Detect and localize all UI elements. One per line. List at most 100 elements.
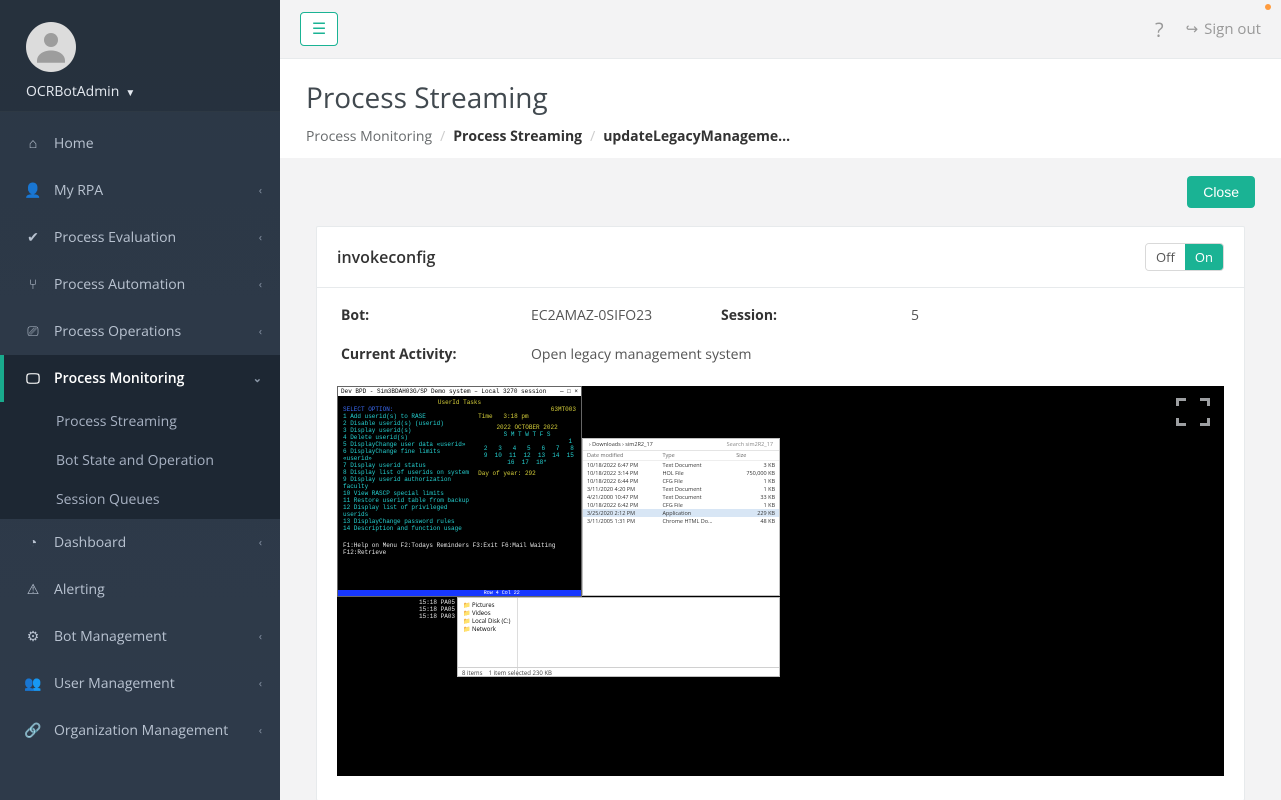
terminal-body: UserId Tasks SELECT OPTION: 1 Add userid… <box>338 396 581 559</box>
terminal-menu: 1 Add userid(s) to RASE2 Disable userid(… <box>343 413 471 532</box>
person-icon <box>30 26 72 68</box>
nav-label: Process Automation <box>54 275 247 294</box>
chevron-left-icon: ‹ <box>259 629 262 644</box>
chart-icon: ◔ <box>24 533 42 552</box>
sidebar-toggle-button[interactable]: ☰ <box>300 12 338 46</box>
stream-panel: invokeconfig Off On Bot: EC2AMAZ-0SIFO23… <box>316 226 1245 800</box>
crumb-monitoring[interactable]: Process Monitoring <box>306 127 432 146</box>
nav-label: Bot Management <box>54 627 247 646</box>
label-bot: Bot: <box>341 306 531 325</box>
terminal-menu-line: 14 Description and function usage <box>343 525 471 532</box>
terminal-menu-line: 11 Restore userid table from backup <box>343 497 471 504</box>
terminal-title: Dev BPD - Sim3BDAH03G/SP Demo system – L… <box>341 388 546 395</box>
operations-icon: ⎚ <box>24 322 42 341</box>
explorer-status: 8 items 1 item selected 230 KB <box>458 667 779 676</box>
terminal-menu-line: 8 Display list of userids on system <box>343 469 471 476</box>
breadcrumb: Process Monitoring / Process Streaming /… <box>306 127 1255 146</box>
users-icon: 👥 <box>24 674 42 693</box>
caret-down-icon: ▼ <box>125 85 135 99</box>
terminal-corner-num: 63MT003 <box>478 406 576 413</box>
topbar: ☰ ? ↪ Sign out <box>280 0 1281 59</box>
file-row: 10/18/2022 6:42 PMCFG File1 KB <box>583 501 779 509</box>
chevron-down-icon: ⌄ <box>253 371 262 386</box>
nav-my-rpa[interactable]: 👤 My RPA ‹ <box>0 167 280 214</box>
terminal-menu-line: 10 View RASCP special limits <box>343 490 471 497</box>
avatar <box>26 22 76 72</box>
nav-label: Process Operations <box>54 322 247 341</box>
toggle-off[interactable]: Off <box>1146 244 1185 270</box>
value-bot: EC2AMAZ-0SIFO23 <box>531 306 721 325</box>
sidebar-header: OCRBotAdmin ▼ <box>0 0 280 112</box>
nav-org-management[interactable]: 🔗 Organization Management ‹ <box>0 707 280 754</box>
stream-viewer[interactable]: Dev BPD - Sim3BDAH03G/SP Demo system – L… <box>337 386 1224 776</box>
explorer-status-left: 8 items <box>462 669 482 677</box>
nav-sub-bot-state[interactable]: Bot State and Operation <box>0 441 280 480</box>
alert-icon: ⚠ <box>24 580 42 599</box>
sidebar: OCRBotAdmin ▼ ⌂ Home 👤 My RPA ‹ ✔ Proces… <box>0 0 280 800</box>
file-row: 3/25/2020 2:12 PMApplication229 KB <box>583 509 779 517</box>
nav-dashboard[interactable]: ◔ Dashboard ‹ <box>0 519 280 566</box>
terminal-cal-head: 2022 OCTOBER 2022 <box>478 424 576 431</box>
tree-node: 📁 Network <box>463 625 512 633</box>
nav-label: Home <box>54 134 262 153</box>
explorer2-header: › Downloads › sim2R2_17 Search sim2R2_17 <box>583 439 779 451</box>
label-session: Session: <box>721 306 911 325</box>
terminal-menu-line: 4 Delete userid(s) <box>343 434 471 441</box>
nav: ⌂ Home 👤 My RPA ‹ ✔ Process Evaluation ‹… <box>0 120 280 754</box>
column-header: Date modified <box>583 451 658 461</box>
user-menu[interactable]: OCRBotAdmin ▼ <box>26 82 254 101</box>
nav-bot-management[interactable]: ⚙ Bot Management ‹ <box>0 613 280 660</box>
explorer-status-right: 1 item selected 230 KB <box>489 669 552 677</box>
terminal-menu-line: 12 Display list of privileged userids <box>343 504 471 518</box>
terminal-menu-line: 6 DisplayChange fine limits «userid» <box>343 448 471 462</box>
nav-process-operations[interactable]: ⎚ Process Operations ‹ <box>0 308 280 355</box>
nav-sub-session-queues[interactable]: Session Queues <box>0 480 280 519</box>
signout-link[interactable]: ↪ Sign out <box>1186 19 1261 39</box>
nav-label: User Management <box>54 674 247 693</box>
terminal-clock-value: 3:18 pm <box>503 413 528 420</box>
explorer2-table: Date modifiedTypeSize 10/18/2022 6:47 PM… <box>583 451 779 525</box>
terminal-controls: — □ × <box>560 388 578 395</box>
nav-label: My RPA <box>54 181 247 200</box>
chevron-left-icon: ‹ <box>259 535 262 550</box>
stream-timelog: 15:18 PA0515:18 PA0515:18 PA03 <box>419 599 455 620</box>
nav-sub-process-streaming[interactable]: Process Streaming <box>0 402 280 441</box>
notification-dot <box>1265 4 1271 10</box>
terminal-titlebar: Dev BPD - Sim3BDAH03G/SP Demo system – L… <box>338 387 581 396</box>
file-row: 10/18/2022 6:47 PMText Document3 KB <box>583 461 779 470</box>
nav-process-automation[interactable]: ⑂ Process Automation ‹ <box>0 261 280 308</box>
nav-user-management[interactable]: 👥 User Management ‹ <box>0 660 280 707</box>
tree-node: 📁 Videos <box>463 609 512 617</box>
nav-label: Process Monitoring <box>54 369 241 388</box>
timelog-line: 15:18 PA05 <box>419 606 455 613</box>
terminal-menu-line: 9 Display userid authorization faculty <box>343 476 471 490</box>
sliders-icon: ⚙ <box>24 627 42 646</box>
fullscreen-icon[interactable] <box>1176 398 1210 426</box>
explorer-window-small: 📁 Pictures📁 Videos📁 Local Disk (C:)📁 Net… <box>457 597 780 677</box>
terminal-menu-head: SELECT OPTION: <box>343 406 471 413</box>
explorer-tree: 📁 Pictures📁 Videos📁 Local Disk (C:)📁 Net… <box>458 598 518 676</box>
explorer2-breadcrumb: › Downloads › sim2R2_17 <box>589 441 653 448</box>
nav-home[interactable]: ⌂ Home <box>0 120 280 167</box>
explorer2-search: Search sim2R2_17 <box>727 441 773 448</box>
nav-process-evaluation[interactable]: ✔ Process Evaluation ‹ <box>0 214 280 261</box>
toggle-on[interactable]: On <box>1185 244 1223 270</box>
stream-toggle: Off On <box>1145 243 1224 271</box>
chevron-left-icon: ‹ <box>259 230 262 245</box>
tree-node: 📁 Pictures <box>463 601 512 609</box>
signout-icon: ↪ <box>1186 19 1199 39</box>
nav-alerting[interactable]: ⚠ Alerting <box>0 566 280 613</box>
link-icon: 🔗 <box>24 721 42 740</box>
page-body: Close invokeconfig Off On Bot: EC2AMAZ-0… <box>280 158 1281 800</box>
explorer-window-list: › Downloads › sim2R2_17 Search sim2R2_17… <box>582 438 780 596</box>
terminal-window: Dev BPD - Sim3BDAH03G/SP Demo system – L… <box>337 386 582 597</box>
value-session: 5 <box>911 306 1220 325</box>
help-icon[interactable]: ? <box>1145 16 1174 43</box>
close-button[interactable]: Close <box>1187 176 1255 208</box>
panel-title: invokeconfig <box>337 246 1145 268</box>
timelog-line: 15:18 PA05 <box>419 599 455 606</box>
crumb-streaming[interactable]: Process Streaming <box>453 127 582 146</box>
nav-process-monitoring[interactable]: 🖵 Process Monitoring ⌄ <box>0 355 280 402</box>
file-row: 10/18/2022 6:44 PMCFG File1 KB <box>583 477 779 485</box>
timelog-line: 15:18 PA03 <box>419 613 455 620</box>
